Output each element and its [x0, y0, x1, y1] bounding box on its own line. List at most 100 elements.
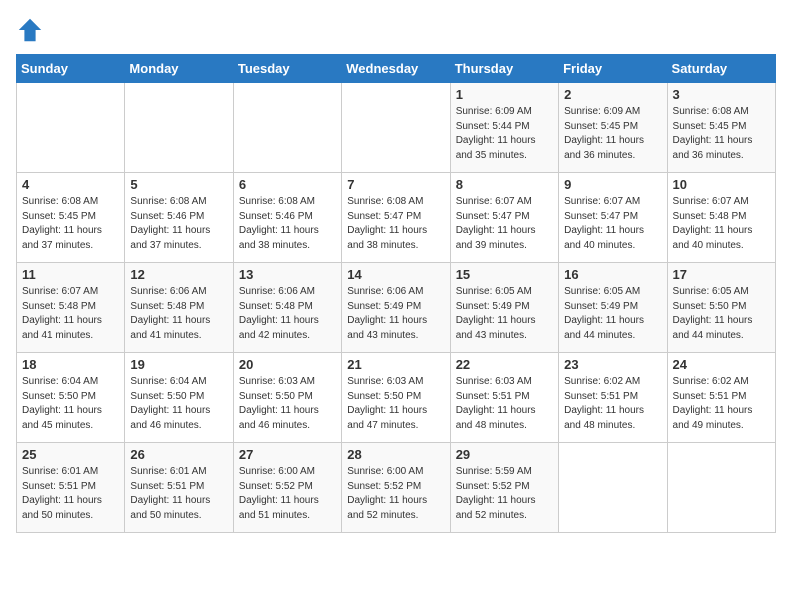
calendar-cell: 6 Sunrise: 6:08 AM Sunset: 5:46 PM Daylig… — [233, 173, 341, 263]
day-number: 1 — [456, 87, 553, 102]
calendar-cell: 20 Sunrise: 6:03 AM Sunset: 5:50 PM Dayli… — [233, 353, 341, 443]
calendar-cell: 4Sunrise: 6:08 AM Sunset: 5:45 PM Daylig… — [17, 173, 125, 263]
day-number: 10 — [673, 177, 770, 192]
calendar-cell: 29 Sunrise: 5:59 AM Sunset: 5:52 PM Dayli… — [450, 443, 558, 533]
cell-info: Sunrise: 6:08 AM Sunset: 5:47 PM Dayligh… — [347, 195, 444, 253]
calendar-week-4: 18 Sunrise: 6:04 AM Sunset: 5:50 PM Dayli… — [17, 353, 776, 443]
calendar-cell: 28 Sunrise: 6:00 AM Sunset: 5:52 PM Dayli… — [342, 443, 450, 533]
page-header — [16, 16, 776, 44]
calendar-cell: 19 Sunrise: 6:04 AM Sunset: 5:50 PM Dayli… — [125, 353, 233, 443]
day-number: 9 — [564, 177, 661, 192]
calendar-cell: 24 Sunrise: 6:02 AM Sunset: 5:51 PM Dayli… — [667, 353, 775, 443]
calendar-cell: 26Sunrise: 6:01 AM Sunset: 5:51 PM Dayli… — [125, 443, 233, 533]
calendar-header: SundayMondayTuesdayWednesdayThursdayFrid… — [17, 55, 776, 83]
cell-info: Sunrise: 6:08 AM Sunset: 5:46 PM Dayligh… — [239, 195, 336, 253]
day-number: 8 — [456, 177, 553, 192]
day-number: 17 — [673, 267, 770, 282]
header-day-sunday: Sunday — [17, 55, 125, 83]
day-number: 18 — [22, 357, 119, 372]
day-number: 5 — [130, 177, 227, 192]
calendar-cell: 5 Sunrise: 6:08 AM Sunset: 5:46 PM Daylig… — [125, 173, 233, 263]
day-number: 15 — [456, 267, 553, 282]
calendar-cell: 18 Sunrise: 6:04 AM Sunset: 5:50 PM Dayli… — [17, 353, 125, 443]
cell-info: Sunrise: 6:04 AM Sunset: 5:50 PM Dayligh… — [130, 375, 227, 433]
cell-info: Sunrise: 6:07 AM Sunset: 5:48 PM Dayligh… — [673, 195, 770, 253]
day-number: 16 — [564, 267, 661, 282]
day-number: 20 — [239, 357, 336, 372]
day-number: 27 — [239, 447, 336, 462]
cell-info: Sunrise: 6:01 AM Sunset: 5:51 PM Dayligh… — [22, 465, 119, 523]
cell-info: Sunrise: 6:04 AM Sunset: 5:50 PM Dayligh… — [22, 375, 119, 433]
calendar-cell — [233, 83, 341, 173]
day-number: 2 — [564, 87, 661, 102]
calendar-cell: 25Sunrise: 6:01 AM Sunset: 5:51 PM Dayli… — [17, 443, 125, 533]
calendar-cell — [342, 83, 450, 173]
day-number: 21 — [347, 357, 444, 372]
cell-info: Sunrise: 6:02 AM Sunset: 5:51 PM Dayligh… — [673, 375, 770, 433]
calendar-cell — [667, 443, 775, 533]
cell-info: Sunrise: 6:05 AM Sunset: 5:49 PM Dayligh… — [564, 285, 661, 343]
cell-info: Sunrise: 6:06 AM Sunset: 5:48 PM Dayligh… — [130, 285, 227, 343]
calendar-cell: 27 Sunrise: 6:00 AM Sunset: 5:52 PM Dayli… — [233, 443, 341, 533]
day-number: 7 — [347, 177, 444, 192]
day-number: 23 — [564, 357, 661, 372]
header-day-wednesday: Wednesday — [342, 55, 450, 83]
calendar-table: SundayMondayTuesdayWednesdayThursdayFrid… — [16, 54, 776, 533]
calendar-cell: 2 Sunrise: 6:09 AM Sunset: 5:45 PM Daylig… — [559, 83, 667, 173]
header-row: SundayMondayTuesdayWednesdayThursdayFrid… — [17, 55, 776, 83]
day-number: 22 — [456, 357, 553, 372]
cell-info: Sunrise: 6:00 AM Sunset: 5:52 PM Dayligh… — [239, 465, 336, 523]
cell-info: Sunrise: 6:08 AM Sunset: 5:45 PM Dayligh… — [22, 195, 119, 253]
cell-info: Sunrise: 6:03 AM Sunset: 5:51 PM Dayligh… — [456, 375, 553, 433]
day-number: 6 — [239, 177, 336, 192]
calendar-cell: 23Sunrise: 6:02 AM Sunset: 5:51 PM Dayli… — [559, 353, 667, 443]
cell-info: Sunrise: 6:03 AM Sunset: 5:50 PM Dayligh… — [239, 375, 336, 433]
day-number: 26 — [130, 447, 227, 462]
cell-info: Sunrise: 6:06 AM Sunset: 5:48 PM Dayligh… — [239, 285, 336, 343]
day-number: 28 — [347, 447, 444, 462]
cell-info: Sunrise: 6:09 AM Sunset: 5:44 PM Dayligh… — [456, 105, 553, 163]
calendar-cell: 16 Sunrise: 6:05 AM Sunset: 5:49 PM Dayli… — [559, 263, 667, 353]
calendar-cell: 8 Sunrise: 6:07 AM Sunset: 5:47 PM Daylig… — [450, 173, 558, 263]
cell-info: Sunrise: 6:03 AM Sunset: 5:50 PM Dayligh… — [347, 375, 444, 433]
cell-info: Sunrise: 6:09 AM Sunset: 5:45 PM Dayligh… — [564, 105, 661, 163]
day-number: 19 — [130, 357, 227, 372]
day-number: 14 — [347, 267, 444, 282]
calendar-cell: 17 Sunrise: 6:05 AM Sunset: 5:50 PM Dayli… — [667, 263, 775, 353]
cell-info: Sunrise: 6:00 AM Sunset: 5:52 PM Dayligh… — [347, 465, 444, 523]
day-number: 24 — [673, 357, 770, 372]
calendar-week-5: 25Sunrise: 6:01 AM Sunset: 5:51 PM Dayli… — [17, 443, 776, 533]
calendar-cell: 21 Sunrise: 6:03 AM Sunset: 5:50 PM Dayli… — [342, 353, 450, 443]
header-day-friday: Friday — [559, 55, 667, 83]
header-day-thursday: Thursday — [450, 55, 558, 83]
day-number: 3 — [673, 87, 770, 102]
cell-info: Sunrise: 6:07 AM Sunset: 5:47 PM Dayligh… — [456, 195, 553, 253]
cell-info: Sunrise: 6:05 AM Sunset: 5:50 PM Dayligh… — [673, 285, 770, 343]
cell-info: Sunrise: 6:05 AM Sunset: 5:49 PM Dayligh… — [456, 285, 553, 343]
day-number: 13 — [239, 267, 336, 282]
day-number: 11 — [22, 267, 119, 282]
calendar-week-2: 4Sunrise: 6:08 AM Sunset: 5:45 PM Daylig… — [17, 173, 776, 263]
cell-info: Sunrise: 6:07 AM Sunset: 5:48 PM Dayligh… — [22, 285, 119, 343]
calendar-cell: 14 Sunrise: 6:06 AM Sunset: 5:49 PM Dayli… — [342, 263, 450, 353]
calendar-week-1: 1 Sunrise: 6:09 AM Sunset: 5:44 PM Daylig… — [17, 83, 776, 173]
header-day-monday: Monday — [125, 55, 233, 83]
calendar-cell — [559, 443, 667, 533]
cell-info: Sunrise: 6:08 AM Sunset: 5:45 PM Dayligh… — [673, 105, 770, 163]
calendar-cell: 7 Sunrise: 6:08 AM Sunset: 5:47 PM Daylig… — [342, 173, 450, 263]
calendar-cell: 22 Sunrise: 6:03 AM Sunset: 5:51 PM Dayli… — [450, 353, 558, 443]
calendar-cell: 13 Sunrise: 6:06 AM Sunset: 5:48 PM Dayli… — [233, 263, 341, 353]
cell-info: Sunrise: 6:07 AM Sunset: 5:47 PM Dayligh… — [564, 195, 661, 253]
cell-info: Sunrise: 6:08 AM Sunset: 5:46 PM Dayligh… — [130, 195, 227, 253]
cell-info: Sunrise: 5:59 AM Sunset: 5:52 PM Dayligh… — [456, 465, 553, 523]
cell-info: Sunrise: 6:06 AM Sunset: 5:49 PM Dayligh… — [347, 285, 444, 343]
calendar-cell — [125, 83, 233, 173]
header-day-saturday: Saturday — [667, 55, 775, 83]
day-number: 29 — [456, 447, 553, 462]
calendar-cell: 3 Sunrise: 6:08 AM Sunset: 5:45 PM Daylig… — [667, 83, 775, 173]
calendar-body: 1 Sunrise: 6:09 AM Sunset: 5:44 PM Daylig… — [17, 83, 776, 533]
calendar-cell — [17, 83, 125, 173]
calendar-week-3: 11 Sunrise: 6:07 AM Sunset: 5:48 PM Dayli… — [17, 263, 776, 353]
calendar-cell: 11 Sunrise: 6:07 AM Sunset: 5:48 PM Dayli… — [17, 263, 125, 353]
logo — [16, 16, 48, 44]
